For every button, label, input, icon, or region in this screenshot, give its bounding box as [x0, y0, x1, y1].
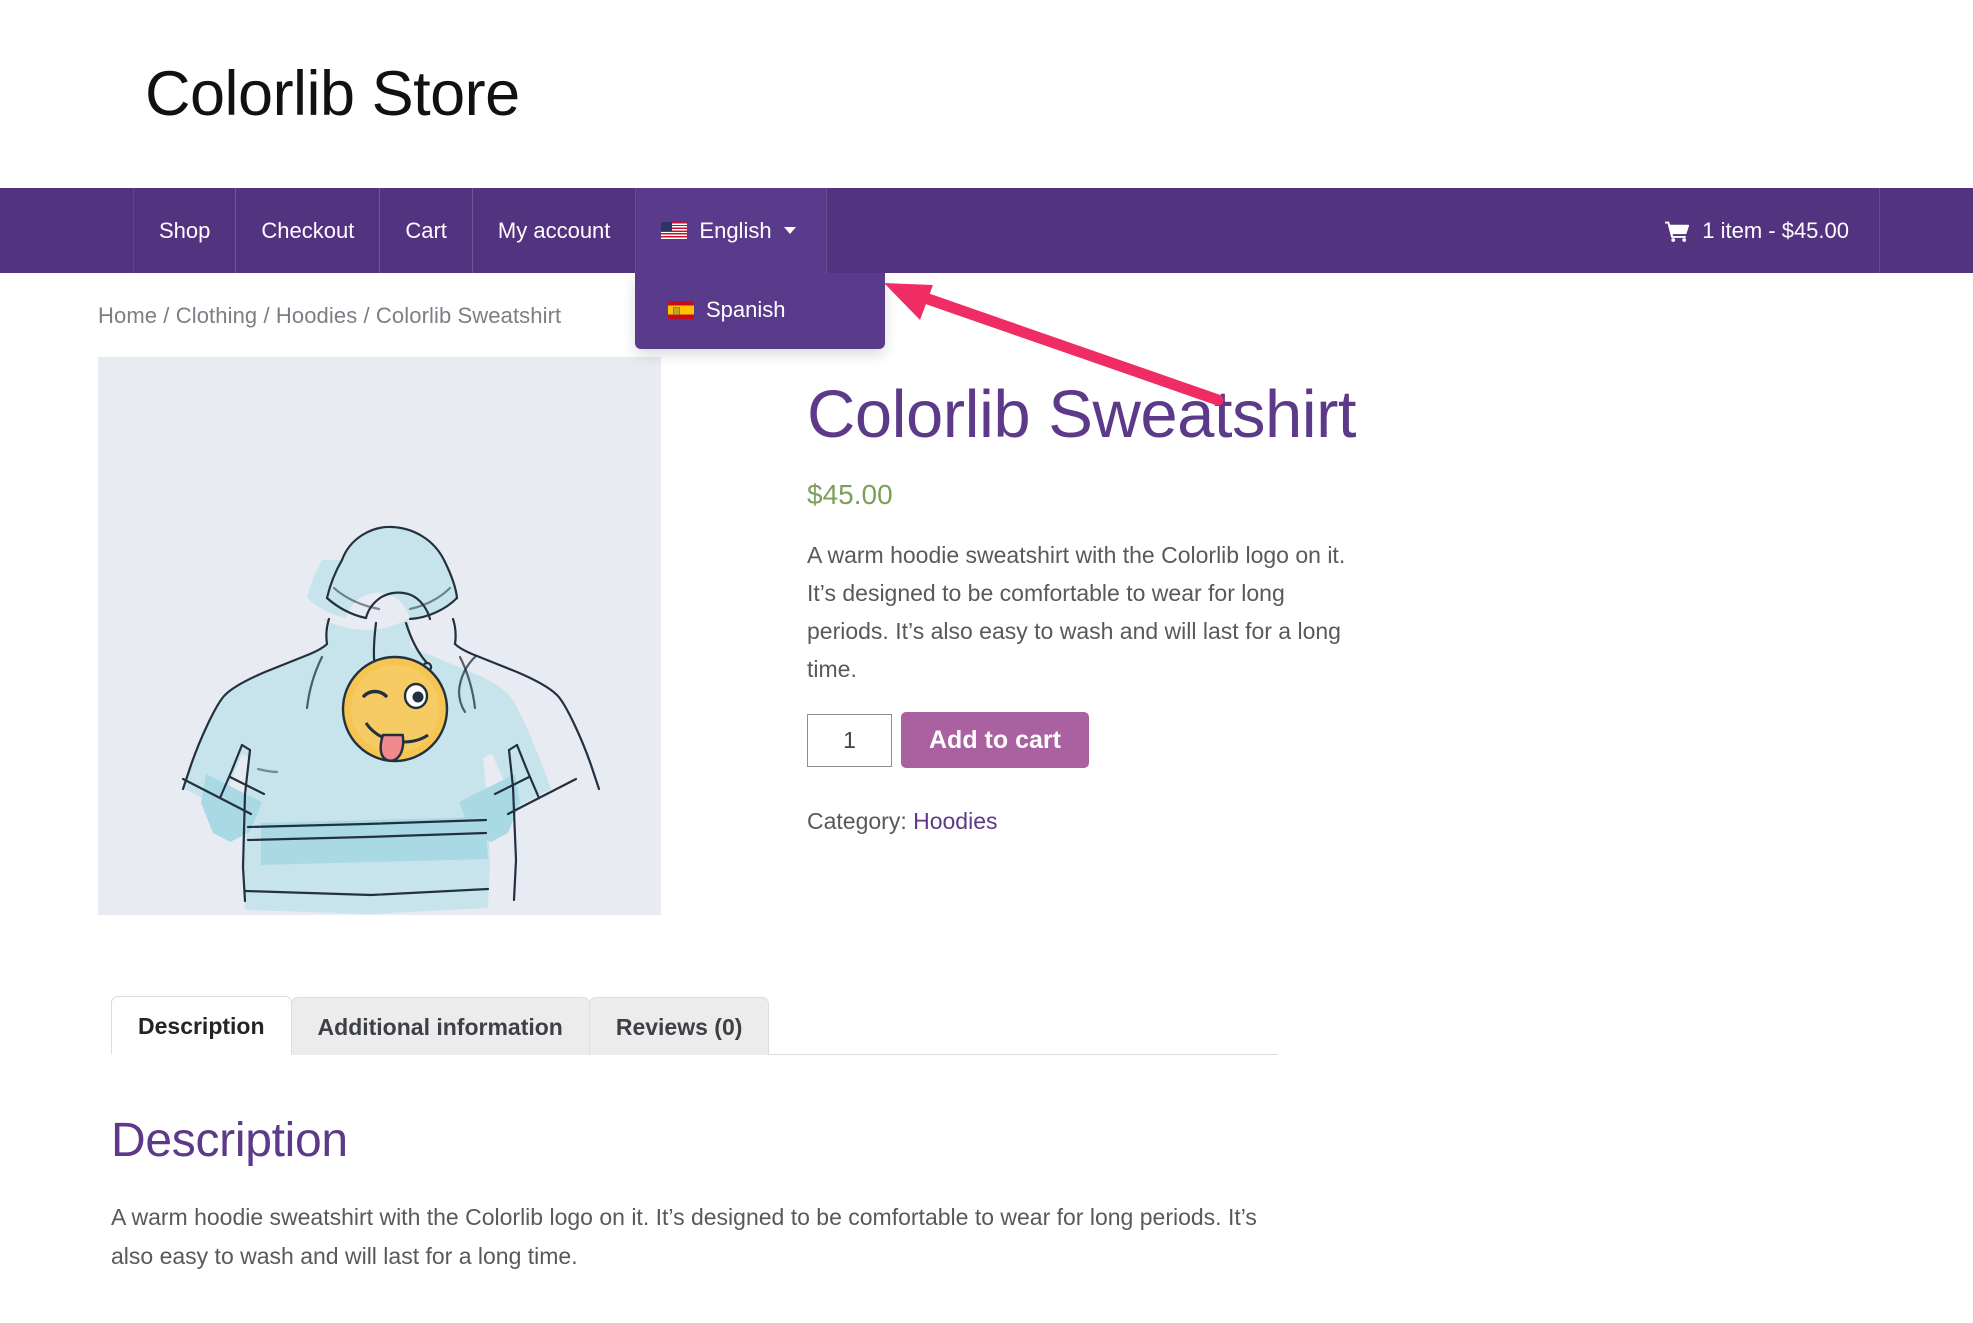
tab-additional-information[interactable]: Additional information [290, 997, 590, 1055]
category-label: Category: [807, 808, 907, 835]
nav-item-my-account[interactable]: My account [471, 188, 637, 273]
nav-links: Shop Checkout Cart My account English [133, 188, 827, 273]
breadcrumb[interactable]: Home / Clothing / Hoodies / Colorlib Swe… [98, 303, 1973, 329]
nav-item-label: Checkout [261, 217, 355, 243]
tab-reviews[interactable]: Reviews (0) [588, 997, 770, 1055]
category-link[interactable]: Hoodies [913, 808, 997, 834]
language-switcher-button[interactable]: English [635, 188, 827, 273]
product-image[interactable] [98, 357, 661, 915]
cart-summary-label: 1 item - $45.00 [1702, 217, 1849, 243]
nav-item-checkout[interactable]: Checkout [235, 188, 381, 273]
us-flag-icon [661, 221, 688, 240]
product-title: Colorlib Sweatshirt [807, 377, 1357, 452]
language-dropdown-menu: Spanish [635, 273, 885, 349]
nav-item-label: Shop [159, 217, 211, 243]
language-option-label: Spanish [706, 297, 786, 322]
main-navigation: Shop Checkout Cart My account English 1 … [0, 188, 1973, 273]
es-flag-icon [668, 301, 694, 319]
add-to-cart-form: Add to cart [807, 712, 1367, 769]
nav-item-shop[interactable]: Shop [133, 188, 237, 273]
site-header: Colorlib Store [0, 0, 1973, 188]
product-tabs-section: Description Additional information Revie… [98, 995, 1278, 1276]
language-option-spanish[interactable]: Spanish [635, 287, 885, 333]
product-summary: Colorlib Sweatshirt $45.00 A warm hoodie… [807, 357, 1367, 835]
product-detail: Colorlib Sweatshirt $45.00 A warm hoodie… [98, 357, 1973, 915]
tab-description[interactable]: Description [111, 996, 292, 1055]
language-switcher-label: English [699, 217, 772, 243]
product-price: $45.00 [807, 479, 893, 511]
nav-item-label: My account [497, 217, 611, 243]
shopping-cart-icon [1665, 220, 1690, 242]
chevron-down-icon [783, 227, 796, 234]
product-tabs: Description Additional information Revie… [111, 995, 1278, 1055]
description-heading: Description [111, 1114, 348, 1167]
product-category: Category: Hoodies [807, 808, 1367, 835]
add-to-cart-button[interactable]: Add to cart [901, 712, 1089, 769]
main-content: Home / Clothing / Hoodies / Colorlib Swe… [0, 273, 1973, 1276]
quantity-input[interactable] [807, 713, 892, 767]
page-title: Colorlib Store [145, 58, 520, 129]
description-body: A warm hoodie sweatshirt with the Colorl… [111, 1204, 1257, 1270]
nav-item-label: Cart [405, 217, 447, 243]
nav-item-cart[interactable]: Cart [379, 188, 473, 273]
product-short-description: A warm hoodie sweatshirt with the Colorl… [807, 542, 1346, 683]
description-panel: Description A warm hoodie sweatshirt wit… [111, 1055, 1278, 1276]
cart-summary-button[interactable]: 1 item - $45.00 [1635, 188, 1880, 273]
